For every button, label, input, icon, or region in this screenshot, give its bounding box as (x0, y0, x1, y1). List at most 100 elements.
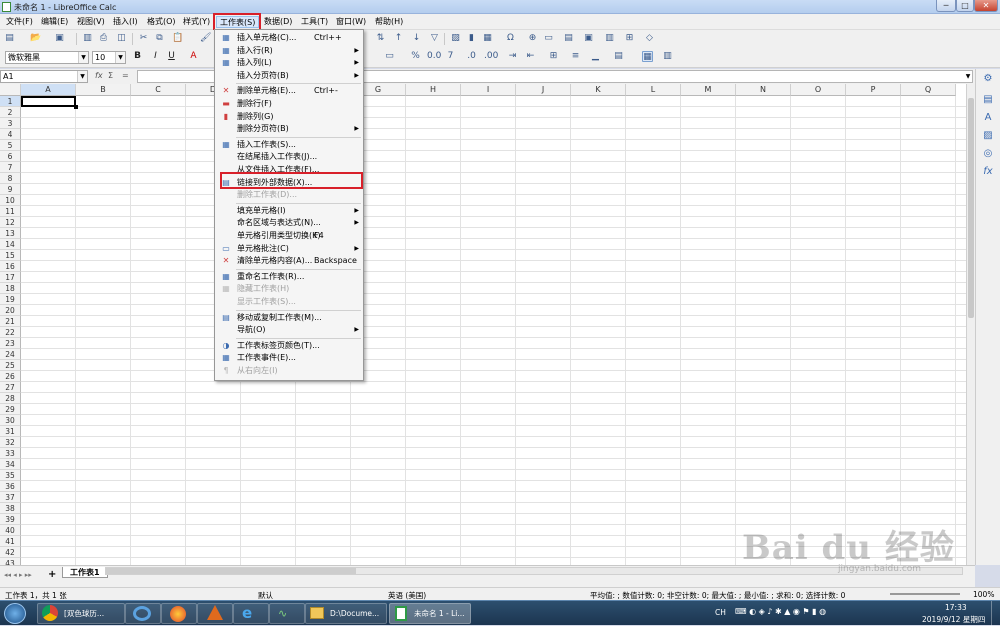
number-format-percent-icon[interactable]: % (410, 51, 421, 62)
sheet-menu-item[interactable]: ▮ 删除列(G) (216, 111, 363, 123)
new-icon[interactable]: ▤ (4, 33, 15, 44)
column-header[interactable]: H (406, 84, 461, 96)
column-header[interactable]: B (76, 84, 131, 96)
gallery-icon[interactable]: ▨ (982, 130, 994, 142)
select-all-corner[interactable] (0, 84, 21, 96)
sheet-menu-item[interactable]: 导航(O) ▶ (216, 324, 363, 336)
special-character-icon[interactable]: Ω (505, 33, 516, 44)
border-color-icon[interactable]: ▁ (590, 51, 601, 62)
border-style-icon[interactable]: ≡ (570, 51, 581, 62)
sheet-menu-item[interactable]: 插入分页符(B) ▶ (216, 70, 363, 82)
row-header[interactable]: 1 (0, 96, 21, 107)
column-header[interactable]: M (681, 84, 736, 96)
pivot-table-icon[interactable]: ▦ (482, 33, 493, 44)
zoom-slider[interactable] (890, 593, 960, 595)
close-button[interactable]: ✕ (974, 0, 998, 12)
row-header[interactable]: 16 (0, 261, 21, 272)
split-window-icon[interactable]: ⊞ (624, 33, 635, 44)
row-header[interactable]: 36 (0, 481, 21, 492)
row-header[interactable]: 18 (0, 283, 21, 294)
column-header[interactable]: Q (901, 84, 956, 96)
font-color-icon[interactable]: A (188, 51, 199, 62)
chevron-down-icon[interactable]: ▼ (115, 52, 125, 63)
row-header[interactable]: 21 (0, 316, 21, 327)
underline-button[interactable]: U (166, 51, 177, 62)
tray-icons[interactable]: ⌨ ◐ ◈ ♪ ✱ ▲ ◉ ⚑ ▮ ◍ (735, 607, 826, 616)
row-header[interactable]: 27 (0, 382, 21, 393)
row-header[interactable]: 12 (0, 217, 21, 228)
ime-indicator[interactable]: CH (715, 608, 726, 617)
functions-icon[interactable]: fx (982, 166, 994, 178)
menu-styles[interactable]: 样式(Y) (180, 16, 213, 28)
row-header[interactable]: 39 (0, 514, 21, 525)
bold-button[interactable]: B (132, 51, 143, 62)
row-header[interactable]: 8 (0, 173, 21, 184)
comment-icon[interactable]: ▭ (543, 33, 554, 44)
export-pdf-icon[interactable]: ▥ (82, 33, 93, 44)
increase-indent-icon[interactable]: ⇥ (507, 51, 518, 62)
row-header[interactable]: 13 (0, 228, 21, 239)
styles-icon[interactable]: A (982, 112, 994, 124)
column-header[interactable]: J (516, 84, 571, 96)
row-header[interactable]: 25 (0, 360, 21, 371)
sheet-menu-item[interactable]: ▬ 删除行(F) (216, 98, 363, 110)
column-header[interactable]: P (846, 84, 901, 96)
define-print-area-icon[interactable]: ▣ (583, 33, 594, 44)
menu-format[interactable]: 格式(O) (144, 16, 179, 28)
row-header[interactable]: 26 (0, 371, 21, 382)
sheet-menu-item[interactable]: 在结尾插入工作表(J)... (216, 151, 363, 163)
scroll-thumb[interactable] (968, 98, 974, 318)
row-header[interactable]: 33 (0, 448, 21, 459)
sidebar-settings-icon[interactable]: ⚙ (982, 73, 994, 85)
add-decimal-icon[interactable]: .0 (466, 51, 477, 62)
row-header[interactable]: 29 (0, 404, 21, 415)
zoom-level-text[interactable]: 100% (973, 590, 994, 599)
row-header[interactable]: 34 (0, 459, 21, 470)
column-header[interactable]: L (626, 84, 681, 96)
cut-icon[interactable]: ✂ (138, 33, 149, 44)
sheet-menu-item[interactable]: ▤ 移动或复制工作表(M)... (216, 312, 363, 324)
row-header[interactable]: 38 (0, 503, 21, 514)
row-header[interactable]: 4 (0, 129, 21, 140)
minimize-button[interactable]: ─ (936, 0, 956, 12)
print-icon[interactable]: ⎙ (98, 33, 109, 44)
sheet-menu-item[interactable]: 填充单元格(I) ▶ (216, 205, 363, 217)
merge-cells-icon[interactable]: ▥ (662, 51, 673, 62)
row-header[interactable]: 31 (0, 426, 21, 437)
clone-format-icon[interactable]: 🖌 (200, 33, 211, 44)
chevron-down-icon[interactable]: ▼ (78, 52, 88, 63)
start-button[interactable] (4, 603, 26, 624)
row-header[interactable]: 6 (0, 151, 21, 162)
save-icon[interactable]: ▣ (54, 33, 65, 44)
sheet-menu-item[interactable]: ▦ 插入列(L) ▶ (216, 57, 363, 69)
row-header[interactable]: 5 (0, 140, 21, 151)
italic-button[interactable]: I (150, 51, 161, 62)
sort-ascending-icon[interactable]: ↑ (393, 33, 404, 44)
row-header[interactable]: 7 (0, 162, 21, 173)
row-header[interactable]: 24 (0, 349, 21, 360)
name-box[interactable]: A1 ▼ (0, 70, 88, 83)
row-header[interactable]: 2 (0, 107, 21, 118)
paste-icon[interactable]: 📋 (172, 33, 183, 44)
expand-formula-icon[interactable]: ▼ (963, 71, 973, 82)
sheet-menu-item[interactable]: ✕ 删除单元格(E)... Ctrl+- (216, 85, 363, 97)
row-header[interactable]: 42 (0, 547, 21, 558)
sheet-menu-item[interactable]: ▦ 插入单元格(C)... Ctrl++ (216, 32, 363, 44)
autofilter-icon[interactable]: ▽ (429, 33, 440, 44)
column-header[interactable]: N (736, 84, 791, 96)
sheet-menu-item[interactable]: 删除分页符(B) ▶ (216, 123, 363, 135)
font-size-box[interactable]: 10 ▼ (92, 51, 126, 64)
menu-help[interactable]: 帮助(H) (372, 16, 406, 28)
function-wizard-icon[interactable]: fx (95, 71, 103, 80)
column-header[interactable]: I (461, 84, 516, 96)
menu-edit[interactable]: 编辑(E) (38, 16, 71, 28)
tab-sheet1[interactable]: 工作表1 (62, 567, 108, 578)
column-header[interactable]: A (21, 84, 76, 96)
menu-window[interactable]: 窗口(W) (333, 16, 369, 28)
add-sheet-button[interactable]: + (48, 569, 56, 580)
sum-icon[interactable]: Σ (108, 71, 113, 80)
chart-icon[interactable]: ▮ (466, 33, 477, 44)
number-format-date-icon[interactable]: 7 (445, 51, 456, 62)
font-name-box[interactable]: 微软雅黑 ▼ (5, 51, 89, 64)
row-header[interactable]: 35 (0, 470, 21, 481)
